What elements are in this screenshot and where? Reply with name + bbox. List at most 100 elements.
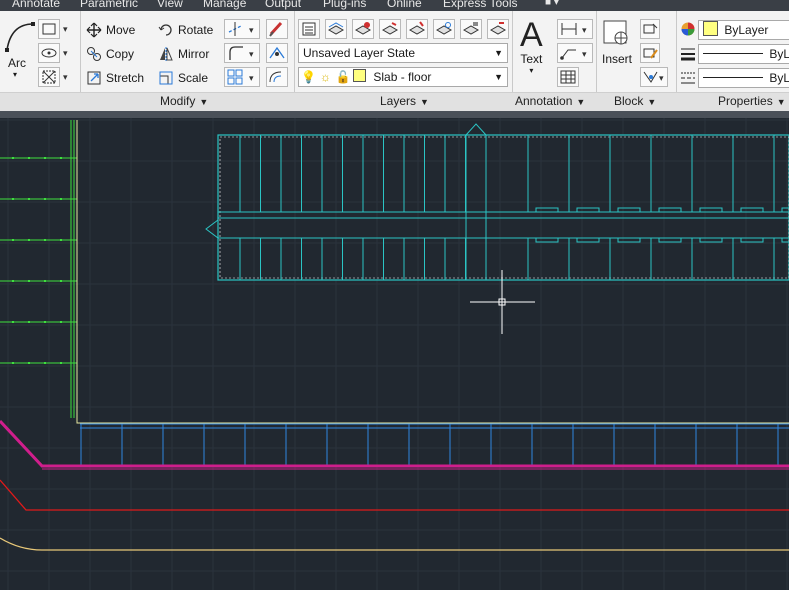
edit-attributes-button[interactable]: ▾ [640,67,668,87]
erase-icon [269,21,283,37]
lineweight-select[interactable]: ByLa [698,44,789,64]
create-block-button[interactable] [640,19,660,39]
layer-tool-2-button[interactable] [325,19,347,39]
text-button[interactable]: A Text ▾ [520,18,543,75]
properties-panel-title[interactable]: Properties ▼ [718,94,786,108]
current-layer-select[interactable]: 💡 ☼ 🔓 Slab - floor ▼ [298,67,508,87]
layers-expand-icon: ▼ [420,97,429,107]
grid-marker [28,362,30,364]
insert-block-icon [603,20,628,45]
stretch-label: Stretch [106,71,145,85]
tab-manage[interactable]: Manage [203,0,246,10]
dimension-button[interactable]: ▾ [557,19,593,39]
layer-color-swatch [353,69,367,82]
edit-block-button[interactable] [640,43,660,63]
tab-output[interactable]: Output [265,0,301,10]
lineweight-value: ByLa [769,47,789,61]
match-properties-button[interactable] [680,21,696,37]
layer-properties-button[interactable] [298,19,320,39]
tab-express-tools[interactable]: Express Tools [443,0,517,10]
layers-panel-title[interactable]: Layers ▼ [380,94,429,108]
grid [0,118,789,590]
fixture [658,207,682,213]
table-button[interactable] [557,67,579,87]
layer-match-icon [354,22,372,35]
fixture [699,207,723,213]
tab-parametric[interactable]: Parametric [80,0,138,10]
move-button[interactable]: Move [86,22,135,38]
fixture [576,237,600,243]
color-select[interactable]: ByLayer [698,20,789,40]
offset-button[interactable] [266,67,288,87]
array-button[interactable]: ▾ [224,67,260,87]
insert-button[interactable]: Insert [601,18,633,66]
grid-marker [44,362,46,364]
scale-button[interactable]: Scale [158,70,208,86]
modify-panel-title[interactable]: Modify ▼ [160,94,208,108]
fixture [535,207,559,213]
rectangle-dropdown-icon[interactable]: ▾ [63,24,68,35]
ellipse-dropdown-icon[interactable]: ▾ [63,48,68,59]
rectangle-tool-button[interactable] [38,19,60,39]
leader-button[interactable]: ▾ [557,43,593,63]
color-wheel-icon [681,22,695,36]
table-icon [560,70,576,84]
door-arc [205,219,219,239]
mirror-button[interactable]: Mirror [158,46,209,62]
copy-button[interactable]: Copy [86,46,134,62]
layer-tool-5-button[interactable] [406,19,428,39]
grid-marker [60,239,62,241]
grid-marker [28,239,30,241]
tab-plug-ins[interactable]: Plug-ins [323,0,366,10]
grid-marker [12,198,14,200]
site-curve [0,537,789,551]
explode-button[interactable] [266,43,288,63]
erase-button[interactable] [266,19,288,39]
grid-marker [12,362,14,364]
layer-lock-icon [462,22,480,35]
layer-tool-4-button[interactable] [379,19,401,39]
layer-tool-8-button[interactable] [487,19,509,39]
tab-online[interactable]: Online [387,0,422,10]
layer-state-dropdown-icon: ▼ [494,48,503,58]
grid-marker [60,198,62,200]
grid-marker [44,198,46,200]
layer-tool-6-button[interactable] [433,19,455,39]
annotation-panel-title[interactable]: Annotation ▼ [515,94,585,108]
arc-dropdown-icon[interactable]: ▾ [13,70,17,79]
grid-marker [28,280,30,282]
arc-icon [5,22,35,52]
lightbulb-icon: 💡 [301,70,316,84]
current-layer-dropdown-icon: ▼ [494,72,503,82]
grid-marker [12,239,14,241]
hatch-tool-button[interactable] [38,43,60,63]
hatch-dropdown-icon[interactable]: ▾ [63,72,68,83]
layer-previous-icon [381,22,399,35]
fixture [658,237,682,243]
layer-tool-7-button[interactable] [460,19,482,39]
trim-button[interactable]: ▾ [224,19,260,39]
layer-tool-3-button[interactable] [352,19,374,39]
annotation-expand-icon: ▼ [576,97,586,107]
fixture [781,237,789,243]
ribbon-canvas-separator [0,111,789,118]
stair-core [465,134,487,281]
boundary-tool-button[interactable] [38,67,60,87]
rotate-button[interactable]: Rotate [158,22,213,38]
linetype-select[interactable]: ByLa [698,68,789,88]
block-panel-title[interactable]: Block ▼ [614,94,656,108]
tab-annotate[interactable]: Annotate [12,0,60,10]
offset-icon [269,71,282,83]
tab-view[interactable]: View [157,0,183,10]
block-expand-icon: ▼ [647,97,657,107]
drawing-canvas[interactable] [0,118,789,590]
stretch-button[interactable]: Stretch [86,70,144,86]
grid-marker [12,280,14,282]
insert-label: Insert [601,52,632,66]
arc-button[interactable]: Arc ▾ [3,16,35,79]
layer-walk-icon [489,22,507,35]
workspace-dropdown-icon[interactable]: ■ ▾ [545,0,559,8]
block-panel-title-text: Block [614,94,644,108]
layer-state-select[interactable]: Unsaved Layer State ▼ [298,43,508,63]
fillet-button[interactable]: ▾ [224,43,260,63]
